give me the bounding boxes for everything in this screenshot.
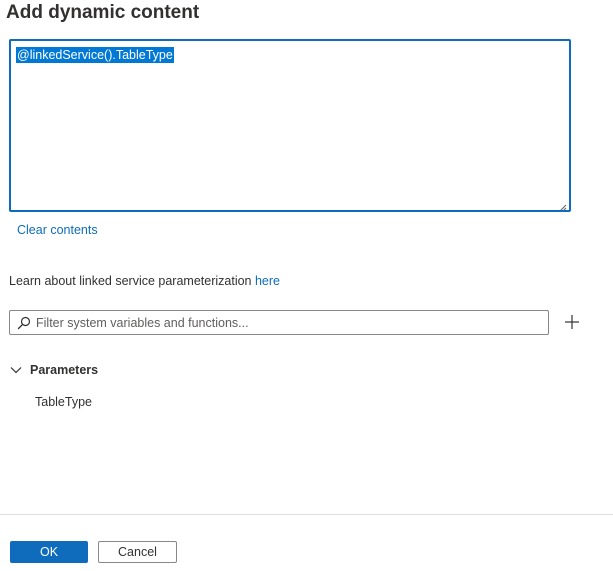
ok-button[interactable]: OK <box>10 541 88 563</box>
resize-grip-icon[interactable] <box>558 199 567 210</box>
learn-text: Learn about linked service parameterizat… <box>9 273 280 289</box>
filter-box[interactable] <box>9 310 549 335</box>
filter-input[interactable] <box>36 312 548 333</box>
add-button[interactable] <box>562 312 582 332</box>
expression-editor[interactable]: @linkedService().TableType <box>9 39 571 212</box>
search-icon <box>17 316 31 330</box>
panel-title: Add dynamic content <box>6 2 200 23</box>
footer-divider <box>0 514 613 515</box>
parameters-section-label: Parameters <box>30 363 99 377</box>
learn-here-link[interactable]: here <box>255 274 280 288</box>
dynamic-content-panel: Add dynamic content @linkedService().Tab… <box>0 0 613 571</box>
learn-text-label: Learn about linked service parameterizat… <box>9 274 255 288</box>
parameters-section-toggle[interactable]: Parameters <box>9 362 98 378</box>
parameter-item-tabletype[interactable]: TableType <box>35 394 92 410</box>
clear-contents-link[interactable]: Clear contents <box>17 222 98 238</box>
plus-icon <box>564 314 580 330</box>
expression-text[interactable]: @linkedService().TableType <box>16 47 174 63</box>
cancel-button[interactable]: Cancel <box>98 541 177 563</box>
chevron-down-icon <box>9 363 23 377</box>
